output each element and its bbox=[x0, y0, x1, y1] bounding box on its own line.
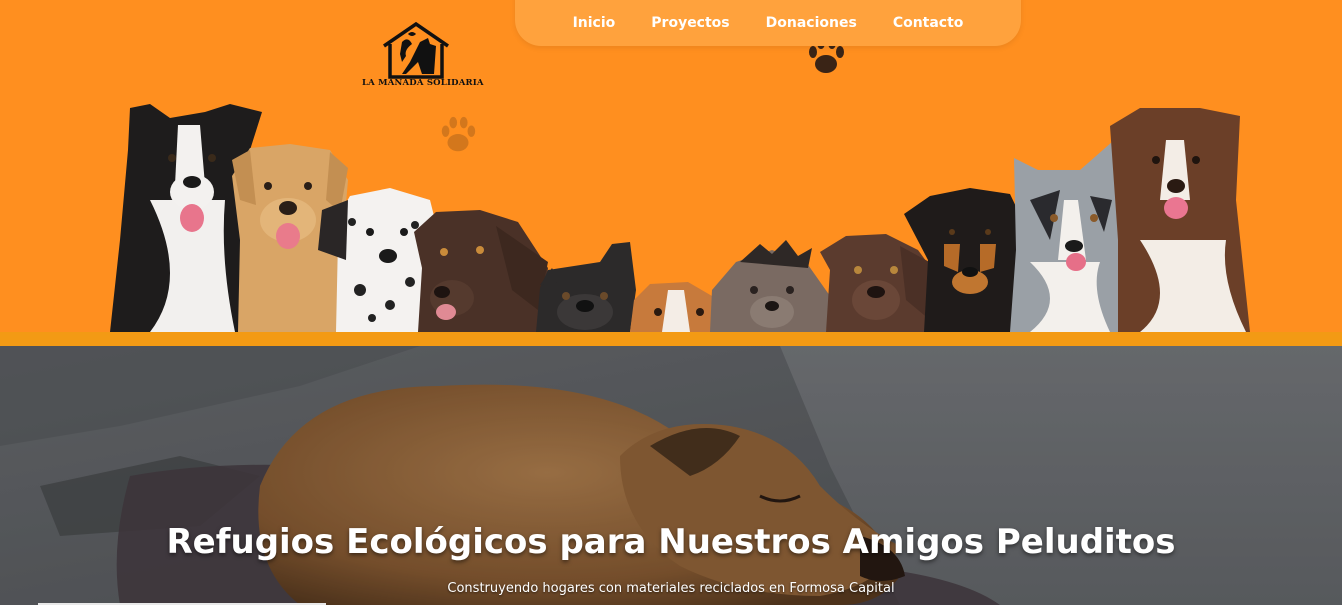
paw-print-faded-icon bbox=[441, 116, 476, 152]
section-divider bbox=[0, 332, 1342, 346]
nav-donaciones-link[interactable]: Donaciones bbox=[766, 15, 857, 31]
dogs-group-image bbox=[110, 104, 1250, 332]
sleeping-dog-photo bbox=[0, 346, 1342, 605]
house-with-pets-icon bbox=[383, 22, 449, 79]
dog-australian-shepherd-tri bbox=[1110, 108, 1250, 332]
main-nav: Inicio Proyectos Donaciones Contacto bbox=[515, 0, 1021, 46]
hero-banner: Refugios Ecológicos para Nuestros Amigos… bbox=[0, 346, 1342, 605]
dog-chinese-crested bbox=[710, 240, 830, 332]
hero-header: LA MANADA SOLIDARIA Inicio Proyectos Don… bbox=[0, 0, 1342, 332]
dog-labrador-chocolate bbox=[414, 210, 548, 332]
hero-title: Refugios Ecológicos para Nuestros Amigos… bbox=[166, 522, 1176, 562]
nav-contacto-link[interactable]: Contacto bbox=[893, 15, 964, 31]
logo-text: LA MANADA SOLIDARIA bbox=[362, 78, 484, 88]
dog-french-bulldog bbox=[536, 242, 636, 332]
site-logo[interactable]: LA MANADA SOLIDARIA bbox=[362, 22, 484, 90]
nav-proyectos-link[interactable]: Proyectos bbox=[651, 15, 729, 31]
dog-australian-shepherd-merle bbox=[1010, 142, 1120, 332]
nav-inicio-link[interactable]: Inicio bbox=[573, 15, 616, 31]
hero-subtitle: Construyendo hogares con materiales reci… bbox=[447, 581, 895, 596]
